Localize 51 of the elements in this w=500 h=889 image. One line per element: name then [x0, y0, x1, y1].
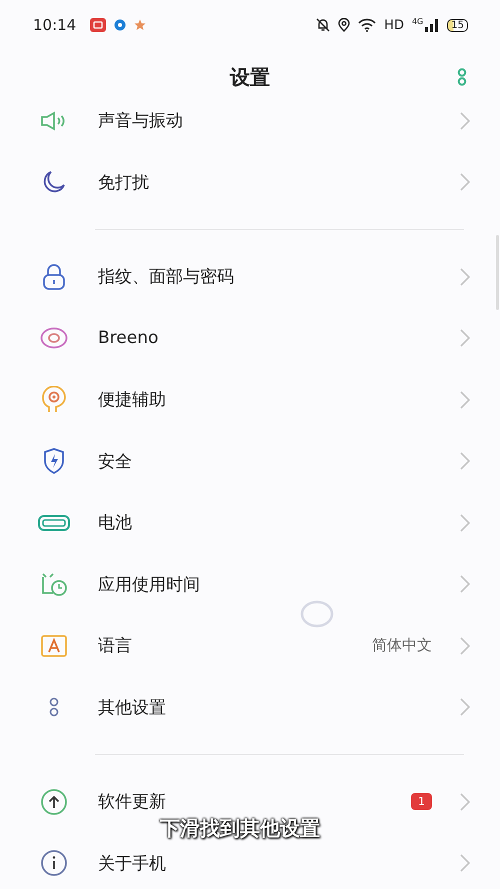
signal-icon: [425, 18, 440, 32]
chevron-icon: [460, 173, 470, 192]
item-label: 电池: [98, 512, 133, 534]
battery-indicator: 15: [447, 18, 468, 32]
bell-off-icon: [316, 18, 330, 32]
chevron-icon: [460, 390, 470, 409]
network-label: HD: [384, 18, 404, 32]
chevron-icon: [460, 854, 470, 872]
count-badge: 1: [411, 793, 432, 810]
chevron-icon: [460, 452, 470, 470]
item-label: 其他设置: [98, 696, 167, 719]
item-label: 便捷辅助: [98, 389, 167, 412]
wifi-icon: [358, 18, 376, 32]
chevron-icon: [460, 636, 470, 655]
notification-dot-icon: [114, 19, 126, 31]
item-label: 指纹、面部与密码: [98, 266, 235, 288]
item-label: 应用使用时间: [98, 574, 201, 596]
chevron-icon: [460, 112, 470, 130]
video-caption: 下滑找到其他设置: [160, 815, 320, 842]
item-label: 免打扰: [98, 172, 150, 194]
chevron-icon: [460, 329, 470, 348]
location-icon: [338, 18, 350, 32]
more-icon[interactable]: [457, 68, 467, 86]
signal-label: 4G: [412, 17, 424, 26]
notification-app-icon: [90, 18, 106, 32]
item-label: 语言: [98, 635, 133, 658]
chevron-icon: [460, 792, 470, 811]
touch-indicator-icon: [300, 600, 334, 628]
letter-a-icon: [41, 634, 67, 657]
item-value: 简体中文: [372, 636, 432, 656]
arrow-up-circle-icon: [41, 788, 67, 815]
info-icon: [41, 850, 67, 876]
item-label: Breeno: [98, 328, 160, 348]
moon-icon: [42, 170, 66, 194]
lock-icon: [42, 264, 66, 290]
chevron-icon: [460, 698, 470, 716]
chevron-icon: [460, 268, 470, 286]
page-title: 设置: [230, 64, 270, 91]
chevron-icon: [460, 575, 470, 594]
item-label: 关于手机: [98, 852, 167, 875]
item-label: 安全: [98, 450, 133, 473]
battery-icon: [38, 514, 70, 531]
ring-icon: [40, 327, 68, 350]
more-icon: [49, 697, 59, 718]
status-time: 10:14: [33, 16, 76, 34]
item-label: 声音与振动: [98, 110, 184, 132]
item-label: 软件更新: [98, 791, 167, 814]
star-icon: [134, 19, 146, 31]
clock-icon: [40, 571, 68, 598]
chevron-icon: [460, 514, 470, 532]
shield-bolt-icon: [43, 448, 65, 474]
